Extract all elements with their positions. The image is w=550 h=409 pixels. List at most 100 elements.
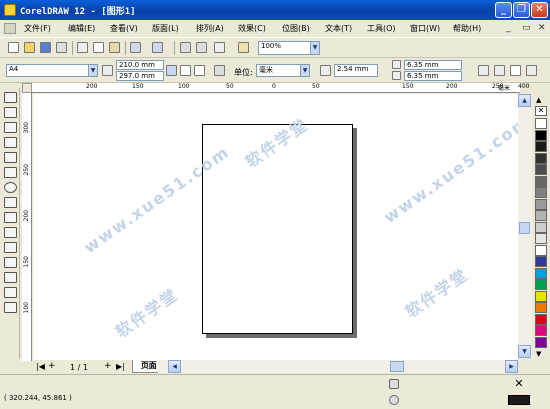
minimize-button[interactable]: _: [495, 2, 512, 18]
polygon-tool-icon[interactable]: [4, 197, 17, 208]
document-icon[interactable]: [4, 23, 16, 34]
color-swatch[interactable]: [535, 267, 547, 279]
color-swatch[interactable]: [535, 302, 547, 313]
rectangle-tool-icon[interactable]: [4, 167, 17, 178]
all-pages-icon[interactable]: [214, 65, 225, 76]
nudge-offset-field[interactable]: 2.54 mm: [334, 64, 378, 77]
outline-tool-icon[interactable]: [4, 272, 17, 283]
new-icon[interactable]: [8, 42, 19, 53]
first-page-icon[interactable]: |◀: [36, 362, 45, 371]
zoom-level-select[interactable]: 100% ▼: [258, 41, 320, 55]
options-icon[interactable]: [526, 65, 537, 76]
open-icon[interactable]: [24, 42, 35, 53]
paste-icon[interactable]: [109, 42, 120, 53]
menu-help[interactable]: 帮助(H): [453, 23, 481, 34]
outline-color-indicator[interactable]: [508, 395, 530, 405]
menu-tools[interactable]: 工具(O): [367, 23, 396, 34]
color-swatch[interactable]: [535, 290, 547, 302]
color-swatch[interactable]: [535, 279, 547, 290]
scroll-up-icon[interactable]: ▲: [518, 94, 531, 107]
menu-view[interactable]: 查看(V): [110, 23, 138, 34]
last-page-icon[interactable]: ▶|: [116, 362, 125, 371]
snap-grid-icon[interactable]: [478, 65, 489, 76]
doc-restore-button[interactable]: ▭: [522, 23, 531, 33]
snap-guidelines-icon[interactable]: [494, 65, 505, 76]
color-swatch[interactable]: [535, 221, 547, 233]
menu-text[interactable]: 文本(T): [325, 23, 352, 34]
duplicate-y-field[interactable]: 6.35 mm: [404, 71, 462, 81]
horizontal-scrollbar[interactable]: ◀ ▶: [158, 360, 518, 373]
palette-scroll-up-icon[interactable]: ▲: [536, 96, 541, 104]
vertical-scrollbar[interactable]: ▲ ▼: [518, 94, 532, 358]
freehand-tool-icon[interactable]: [4, 137, 17, 148]
import-icon[interactable]: [180, 42, 191, 53]
duplicate-x-field[interactable]: 6.35 mm: [404, 60, 462, 70]
color-swatch[interactable]: [535, 164, 547, 175]
color-swatch[interactable]: [535, 244, 547, 256]
text-tool-icon[interactable]: [4, 227, 17, 238]
page-width-field[interactable]: 210.0 mm: [116, 60, 164, 70]
no-color-swatch[interactable]: ✕: [535, 106, 547, 116]
chevron-down-icon[interactable]: ▼: [310, 42, 319, 54]
color-swatch[interactable]: [535, 175, 547, 187]
app-icon[interactable]: [4, 4, 16, 16]
print-icon[interactable]: [56, 42, 67, 53]
color-swatch[interactable]: [535, 129, 547, 141]
page-height-field[interactable]: 297.0 mm: [116, 71, 164, 81]
horizontal-ruler[interactable]: 200 150 100 50 0 50 150 200 250 400 毫米: [32, 83, 529, 93]
menu-bitmaps[interactable]: 位图(B): [282, 23, 310, 34]
horizontal-scroll-thumb[interactable]: [390, 361, 404, 372]
title-bar[interactable]: CorelDRAW 12 - [图形1] _ ❐ ✕: [0, 0, 550, 20]
color-swatch[interactable]: [535, 141, 547, 152]
close-button[interactable]: ✕: [531, 2, 548, 18]
fill-tool-icon[interactable]: [4, 287, 17, 298]
chevron-down-icon[interactable]: ▼: [88, 65, 97, 76]
navigator-corner[interactable]: [533, 360, 549, 373]
color-swatch[interactable]: [535, 152, 547, 164]
shape-tool-icon[interactable]: [4, 107, 17, 118]
ellipse-tool-icon[interactable]: [4, 182, 17, 193]
add-page-after-icon[interactable]: +: [104, 361, 112, 371]
color-swatch[interactable]: [535, 256, 547, 267]
cut-icon[interactable]: [77, 42, 88, 53]
color-swatch[interactable]: [535, 325, 547, 336]
restore-button[interactable]: ❐: [513, 2, 530, 18]
page-spin-icon[interactable]: [166, 65, 177, 76]
landscape-icon[interactable]: [194, 65, 205, 76]
menu-edit[interactable]: 编辑(E): [68, 23, 95, 34]
copy-icon[interactable]: [93, 42, 104, 53]
vertical-ruler[interactable]: 300 250 200 150 100: [22, 93, 32, 361]
color-swatch[interactable]: [535, 210, 547, 221]
menu-file[interactable]: 文件(F): [24, 23, 51, 34]
menu-effects[interactable]: 效果(C): [238, 23, 266, 34]
undo-icon[interactable]: [130, 42, 141, 53]
menu-arrange[interactable]: 排列(A): [196, 23, 224, 34]
save-icon[interactable]: [40, 42, 51, 53]
portrait-icon[interactable]: [180, 65, 191, 76]
scroll-right-icon[interactable]: ▶: [505, 360, 518, 373]
vertical-scroll-thumb[interactable]: [519, 222, 530, 234]
color-swatch[interactable]: [535, 187, 547, 198]
corel-online-icon[interactable]: [238, 42, 249, 53]
fill-none-icon[interactable]: ✕: [508, 378, 530, 390]
menu-window[interactable]: 窗口(W): [410, 23, 440, 34]
application-launcher-icon[interactable]: [214, 42, 225, 53]
doc-close-button[interactable]: ✕: [538, 23, 546, 33]
color-swatch[interactable]: [535, 336, 547, 348]
interactive-blend-tool-icon[interactable]: [4, 242, 17, 253]
pick-tool-icon[interactable]: [4, 92, 17, 103]
page-size-select[interactable]: A4 ▼: [6, 64, 98, 77]
smart-fill-tool-icon[interactable]: [4, 152, 17, 163]
color-swatch[interactable]: [535, 198, 547, 210]
doc-minimize-button[interactable]: _: [506, 23, 511, 33]
chevron-down-icon[interactable]: ▼: [300, 65, 309, 76]
add-page-before-icon[interactable]: +: [48, 361, 56, 371]
palette-scroll-down-icon[interactable]: ▼: [536, 350, 541, 358]
color-swatch[interactable]: [535, 118, 547, 129]
redo-icon[interactable]: [152, 42, 163, 53]
ruler-origin[interactable]: [22, 83, 32, 93]
color-swatch[interactable]: [535, 313, 547, 325]
scroll-down-icon[interactable]: ▼: [518, 345, 531, 358]
menu-layout[interactable]: 版面(L): [152, 23, 179, 34]
interactive-fill-tool-icon[interactable]: [4, 302, 17, 313]
